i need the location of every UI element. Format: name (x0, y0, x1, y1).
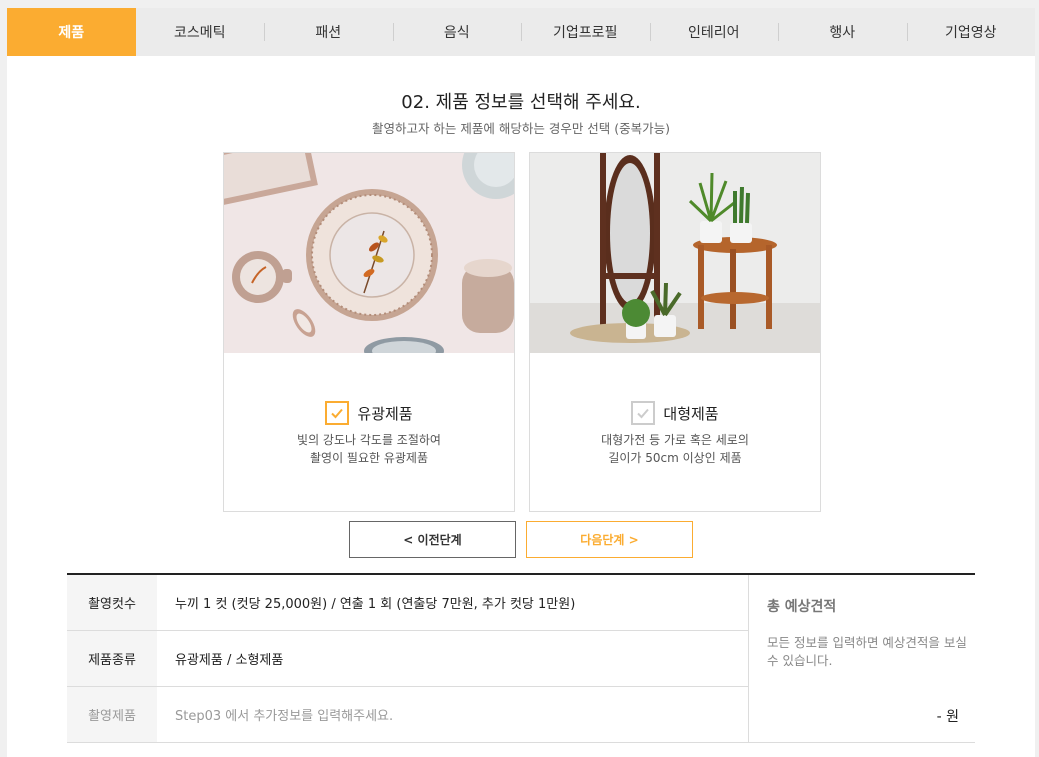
tab-food[interactable]: 음식 (392, 8, 522, 56)
next-step-button[interactable]: 다음단계 > (526, 521, 693, 558)
check-icon (637, 408, 650, 419)
glossy-description-line2: 촬영이 필요한 유광제품 (309, 451, 429, 465)
large-label: 대형제품 (663, 404, 719, 423)
summary-row-products: 촬영제품 Step03 에서 추가정보를 입력해주세요. (67, 687, 748, 743)
category-tabs: 제품 코스메틱 패션 음식 기업프로필 인테리어 행사 기업영상 (7, 8, 1035, 56)
estimate-page: 제품 코스메틱 패션 음식 기업프로필 인테리어 행사 기업영상 02. 제품 … (7, 8, 1035, 757)
estimate-summary: 촬영컷수 누끼 1 컷 (컷당 25,000원) / 연출 1 회 (연출당 7… (67, 573, 975, 743)
summary-label: 제품종류 (67, 631, 157, 686)
option-card-glossy[interactable]: 유광제품 빛의 강도나 각도를 조절하여 촬영이 필요한 유광제품 (223, 152, 515, 512)
check-icon (331, 408, 344, 419)
tab-company-profile[interactable]: 기업프로필 (521, 8, 650, 56)
summary-row-cuts: 촬영컷수 누끼 1 컷 (컷당 25,000원) / 연출 1 회 (연출당 7… (67, 575, 748, 631)
summary-value: Step03 에서 추가정보를 입력해주세요. (175, 709, 394, 724)
large-checkbox[interactable] (631, 401, 656, 425)
option-card-large[interactable]: 대형제품 대형가전 등 가로 혹은 세로의 길이가 50cm 이상인 제품 (529, 152, 821, 512)
tab-company-video[interactable]: 기업영상 (906, 8, 1036, 56)
glossy-checkbox[interactable] (325, 401, 350, 425)
ceramic-tableware-photo (224, 153, 514, 353)
summary-value: 유광제품 / 소형제품 (175, 653, 284, 668)
large-description: 대형가전 등 가로 혹은 세로의 길이가 50cm 이상인 제품 (530, 431, 820, 467)
tab-fashion[interactable]: 패션 (264, 8, 393, 56)
large-description-line1: 대형가전 등 가로 혹은 세로의 (601, 433, 749, 447)
step-title: 02. 제품 정보를 선택해 주세요. (401, 92, 641, 113)
glossy-description-line1: 빛의 강도나 각도를 조절하여 (297, 433, 441, 447)
glossy-description: 빛의 강도나 각도를 조절하여 촬영이 필요한 유광제품 (224, 431, 514, 467)
summary-label: 촬영컷수 (67, 575, 157, 630)
glossy-label: 유광제품 (357, 404, 413, 423)
prev-step-button[interactable]: < 이전단계 (349, 521, 516, 558)
tab-cosmetic[interactable]: 코스메틱 (136, 8, 265, 56)
mirror-plant-stand-photo (530, 153, 820, 353)
tab-product[interactable]: 제품 (7, 8, 136, 56)
summary-value: 누끼 1 컷 (컷당 25,000원) / 연출 1 회 (연출당 7만원, 추… (175, 597, 576, 612)
summary-row-product-type: 제품종류 유광제품 / 소형제품 (67, 631, 748, 687)
large-option[interactable]: 대형제품 (530, 401, 820, 425)
total-estimate-title: 총 예상견적 (767, 599, 837, 615)
tab-interior[interactable]: 인테리어 (649, 8, 779, 56)
summary-label: 촬영제품 (67, 687, 157, 742)
total-estimate-panel: 총 예상견적 모든 정보를 입력하면 예상견적을 보실 수 있습니다. - 원 (748, 575, 975, 743)
step-subtitle: 촬영하고자 하는 제품에 해당하는 경우만 선택 (중복가능) (371, 121, 671, 136)
glossy-option[interactable]: 유광제품 (224, 401, 514, 425)
total-estimate-note: 모든 정보를 입력하면 예상견적을 보실 수 있습니다. (767, 635, 967, 668)
large-description-line2: 길이가 50cm 이상인 제품 (608, 451, 742, 465)
tab-event[interactable]: 행사 (778, 8, 907, 56)
total-estimate-amount: - 원 (936, 709, 959, 725)
